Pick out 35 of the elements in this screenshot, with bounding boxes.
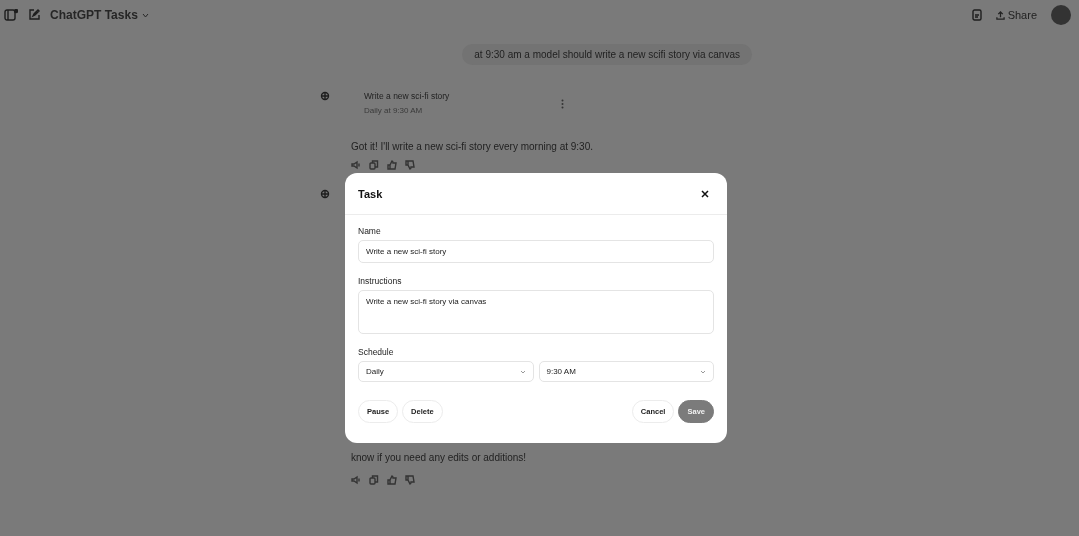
copy-icon [369, 475, 379, 485]
user-message: at 9:30 am a model should write a new scifi story via canvas [462, 44, 752, 65]
thumbs-up-icon [387, 475, 397, 485]
schedule-dropdown[interactable]: 9:30 AM [538, 361, 714, 382]
close-icon [701, 190, 709, 198]
speaker-icon [351, 475, 361, 485]
avatar[interactable] [1051, 5, 1071, 25]
upload-icon [995, 10, 1005, 20]
name-field[interactable]: Write a new sci-fi story [358, 240, 714, 263]
chevron-icon [700, 369, 706, 374]
thumbs-down-icon [405, 160, 415, 170]
instructions-field[interactable]: Write a new sci-fi story via canvas [358, 290, 714, 334]
document-icon[interactable] [971, 9, 982, 21]
dialog-title: Task [358, 188, 383, 200]
assistant-message: know if you need any edits or additions! [351, 452, 528, 463]
field-label: Instructions [358, 276, 403, 286]
assistant-message: Got it! I'll write a new sci-fi story every morning at 9:30. [351, 141, 594, 152]
assistant-icon [320, 189, 330, 199]
caret-icon [141, 12, 149, 18]
chevron-icon [519, 369, 526, 374]
new-chat-icon[interactable] [28, 9, 40, 21]
task-title: Write a new sci-fi story [364, 91, 450, 101]
close-button[interactable] [701, 190, 709, 198]
speaker-icon [351, 160, 361, 170]
thumbs-up-icon [387, 160, 397, 170]
more-icon[interactable] [561, 99, 564, 109]
copy-icon [369, 160, 379, 170]
field-label: Schedule [358, 347, 395, 357]
assistant-icon [320, 91, 330, 101]
thumbs-down-icon [405, 475, 415, 485]
field-label: Name [358, 226, 382, 236]
share-button[interactable]: Share [991, 7, 1041, 23]
schedule-dropdown[interactable]: Daily [358, 361, 534, 382]
sidebar-icon[interactable] [4, 9, 18, 21]
chat-title[interactable]: ChatGPT Tasks [50, 8, 149, 22]
